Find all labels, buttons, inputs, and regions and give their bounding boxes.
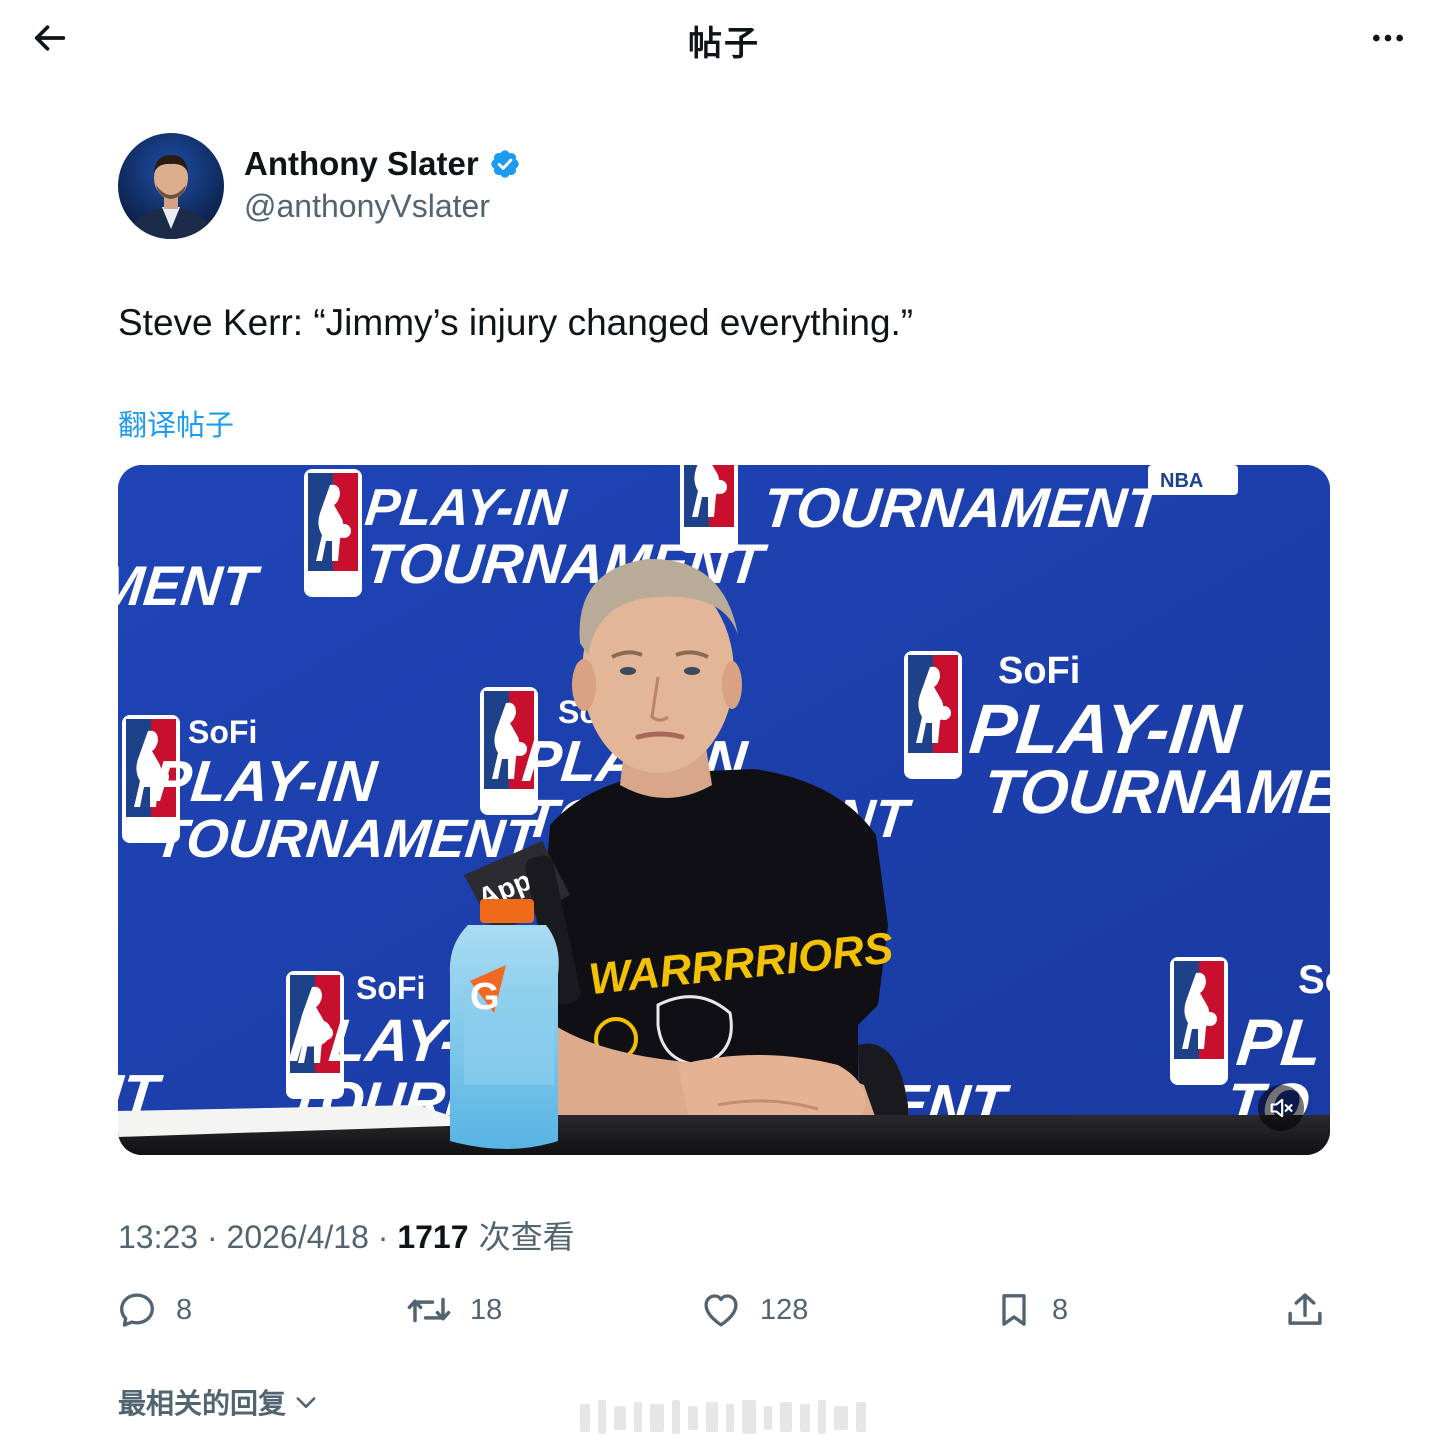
svg-text:SoFi: SoFi xyxy=(188,714,257,750)
video-frame: PLAY-IN TOURNAMENT TOURNAMENT MENT SoFi … xyxy=(118,465,1330,1155)
post-time: 13:23 xyxy=(118,1219,199,1255)
post-video[interactable]: PLAY-IN TOURNAMENT TOURNAMENT MENT SoFi … xyxy=(118,465,1330,1155)
svg-text:SoFi: SoFi xyxy=(998,650,1080,692)
like-button[interactable]: 128 xyxy=(700,1286,808,1334)
svg-text:TOURNAMENT: TOURNAMENT xyxy=(980,758,1330,827)
svg-text:TOURNAMENT: TOURNAMENT xyxy=(760,476,1168,539)
share-button[interactable] xyxy=(1284,1286,1326,1334)
chevron-down-icon xyxy=(296,1397,316,1408)
bookmark-button[interactable]: 8 xyxy=(994,1286,1068,1334)
svg-text:PL: PL xyxy=(1233,1006,1325,1080)
post-meta: 13:23 · 2026/4/18 · 1717 次查看 xyxy=(118,1212,575,1258)
repost-button[interactable]: 18 xyxy=(406,1286,502,1334)
author-handle[interactable]: @anthonyVslater xyxy=(244,188,490,225)
mute-toggle-button[interactable] xyxy=(1258,1085,1304,1131)
more-options-button[interactable] xyxy=(1364,14,1412,62)
svg-text:TOURNAMENT: TOURNAMENT xyxy=(152,809,545,869)
post-date: 2026/4/18 xyxy=(226,1219,369,1255)
svg-text:PLAY-IN: PLAY-IN xyxy=(966,689,1245,768)
repost-count: 18 xyxy=(470,1293,503,1326)
views-count[interactable]: 1717 xyxy=(397,1219,468,1255)
like-count: 128 xyxy=(760,1293,809,1326)
repost-icon xyxy=(407,1297,451,1323)
avatar[interactable] xyxy=(118,133,224,239)
reply-button[interactable]: 8 xyxy=(116,1286,192,1334)
replies-sort-label: 最相关的回复 xyxy=(118,1387,287,1420)
avatar-image xyxy=(118,133,224,239)
meta-separator: · xyxy=(198,1219,227,1255)
reply-count: 8 xyxy=(176,1293,193,1326)
top-bar: 帖子 xyxy=(0,0,1448,76)
svg-text:So: So xyxy=(1298,958,1330,1002)
svg-text:PLAY-IN: PLAY-IN xyxy=(362,479,570,537)
post-text: Steve Kerr: “Jimmy’s injury changed ever… xyxy=(118,302,914,343)
gatorade-bottle: G xyxy=(449,899,559,1149)
svg-text:PLAY-IN: PLAY-IN xyxy=(149,749,380,814)
author-name-row[interactable]: Anthony Slater xyxy=(244,145,521,183)
watermark xyxy=(580,1400,866,1434)
bookmark-icon xyxy=(1002,1294,1026,1326)
volume-mute-icon xyxy=(1270,1098,1293,1118)
page-title: 帖子 xyxy=(688,24,760,64)
heart-icon xyxy=(704,1294,738,1327)
translate-post-link[interactable]: 翻译帖子 xyxy=(118,402,234,444)
replies-sort-dropdown[interactable]: 最相关的回复 xyxy=(118,1382,320,1422)
svg-text:NBA: NBA xyxy=(1160,470,1203,492)
share-icon xyxy=(1288,1293,1322,1325)
meta-separator: · xyxy=(368,1219,398,1255)
svg-text:G: G xyxy=(470,976,500,1018)
verified-badge-icon xyxy=(491,150,519,178)
author-name: Anthony Slater xyxy=(244,145,479,182)
views-label: 次查看 xyxy=(468,1218,575,1256)
bookmark-count: 8 xyxy=(1052,1293,1069,1326)
svg-text:MENT: MENT xyxy=(118,554,264,617)
svg-text:SoFi: SoFi xyxy=(356,970,425,1006)
reply-icon xyxy=(120,1293,154,1327)
more-horizontal-icon xyxy=(1373,34,1403,42)
